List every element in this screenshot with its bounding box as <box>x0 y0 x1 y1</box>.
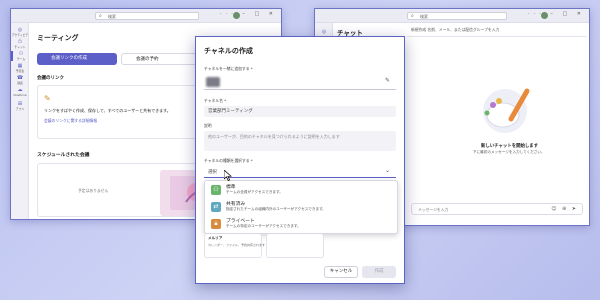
channel-type-label: チャネルの種類を選択する * <box>204 158 253 163</box>
option-desc: チームの特定のユーザーがアクセスできます。 <box>226 224 301 228</box>
chevron-down-icon: ⌄ <box>384 167 390 174</box>
link-info-link[interactable]: 会議のリンクに関する詳細情報 <box>44 118 97 124</box>
window-controls[interactable]: ··· – □ ✕ <box>528 11 585 17</box>
composer-placeholder: メッセージを入力 <box>418 207 449 212</box>
description-input[interactable]: 他のユーザーが、目的のチャネルを見つけられるように説明を入力します <box>204 131 396 151</box>
sparkle-icon: ✎ <box>44 94 51 103</box>
rail-item-calls[interactable]: ☎ 通話 <box>11 75 29 85</box>
channel-type-dropdown: ⚇ 標準 チームの全員がアクセスできます。 ⇄ 共有済み 指定されたチームの組織… <box>204 180 398 234</box>
option-desc: 指定されたチームの組織内外のユーザーがアクセスできます。 <box>226 207 326 211</box>
divider <box>407 36 587 37</box>
to-field[interactable]: 新規作成 名前、メール、または配信グループを入力 <box>411 27 499 33</box>
search-input[interactable]: ⌕ 検索 <box>95 12 199 20</box>
team-label: チャネルを一緒に追加する * <box>204 66 253 71</box>
link-section-title: 会議のリンク <box>37 76 64 81</box>
dialog-title: チャネルの作成 <box>204 47 253 55</box>
link-body: リンクをすばやく作成、保存して、すべてのユーザーと共有できます。 <box>44 108 171 113</box>
title-bar: ⌕ 検索 ··· – □ ✕ <box>11 9 281 23</box>
page-title: ミーティング <box>37 34 79 42</box>
option-shared[interactable]: ⇄ 共有済み 指定されたチームの組織内外のユーザーがアクセスできます。 <box>207 199 393 215</box>
channel-type-value: 選択 <box>208 170 217 175</box>
scheduled-empty: 予定はありません <box>78 188 109 193</box>
new-chat-illustration <box>483 88 530 133</box>
new-chat-title: 新しいチャットを開始します <box>481 144 539 149</box>
option-name: 標準 <box>226 185 236 190</box>
option-standard[interactable]: ⚇ 標準 チームの全員がアクセスできます。 <box>207 182 393 198</box>
channel-name-input[interactable]: 営業部門ミーティング <box>204 106 396 117</box>
create-link-button[interactable]: 会議リンクの作成 <box>37 53 117 65</box>
option-private[interactable]: 🔒︎ プライベート チームの特定のユーザーがアクセスできます。 <box>207 216 393 232</box>
window-controls[interactable]: ··· – □ ✕ <box>220 11 277 17</box>
channel-name-label: チャネル名 * <box>204 98 227 103</box>
team-icon: ⚇ <box>211 185 221 195</box>
template-card-1[interactable]: メルリア カレンダー、ファイル、予約共有されます <box>204 234 265 258</box>
lock-icon: 🔒︎ <box>211 219 221 229</box>
app-rail: ◎ アクティビティ ▭ チャット ⚇ チーム ▦ 予定表 ☎ 通話 ☁ OneDrive ⊞… <box>11 23 29 219</box>
cancel-button[interactable]: キャンセル <box>324 266 358 278</box>
rail-item-onedrive[interactable]: ☁ OneDrive <box>11 87 29 97</box>
template-card-2[interactable] <box>266 234 324 258</box>
link-card: ✎ リンクをすばやく作成、保存して、すべてのユーザーと共有できます。 会議のリン… <box>37 85 197 139</box>
rail-item-calendar[interactable]: ▦ 予定表 <box>11 63 29 73</box>
shared-icon: ⇄ <box>211 202 221 212</box>
rail-item-teams[interactable]: ⚇ チーム <box>11 51 29 61</box>
description-label: 説明 <box>204 123 212 128</box>
create-channel-dialog: チャネルの作成 チャネルを一緒に追加する * ✎ チャネル名 * 営業部門ミーテ… <box>195 36 405 284</box>
search-input[interactable]: ⌕ 検索 <box>407 12 507 20</box>
channel-type-select[interactable]: 選択 ⌄ <box>204 166 396 178</box>
rail-item-apps[interactable]: ⊞ アプリ <box>11 101 29 111</box>
new-chat-subtitle: 下に最初のメッセージを入力してください。 <box>473 150 545 154</box>
team-avatar <box>206 77 220 87</box>
search-icon: ⌕ <box>411 13 414 19</box>
option-name: 共有済み <box>226 202 246 207</box>
search-placeholder: 検索 <box>420 14 428 19</box>
option-desc: チームの全員がアクセスできます。 <box>226 190 283 194</box>
message-composer[interactable]: メッセージを入力 ☺ ⊕ ➤ <box>411 203 583 215</box>
option-name: プライベート <box>226 219 255 224</box>
mouse-cursor <box>224 170 232 181</box>
schedule-meeting-button[interactable]: 会議の予約 <box>121 53 201 65</box>
scheduled-title: スケジュールされた会議 <box>37 153 90 158</box>
search-placeholder: 検索 <box>108 14 116 19</box>
search-icon: ⌕ <box>99 13 102 19</box>
title-bar: ⌕ 検索 ··· – □ ✕ <box>315 9 589 23</box>
activity-icon: ◎ <box>321 29 327 35</box>
team-selector[interactable]: ✎ <box>204 74 396 90</box>
composer-actions-icon[interactable]: ☺ ⊕ ➤ <box>551 206 578 212</box>
rail-item-activity[interactable]: ◎ <box>315 29 333 35</box>
create-button[interactable]: 作成 <box>362 266 396 278</box>
rail-item-chat[interactable]: ▭ チャット <box>11 39 29 49</box>
edit-icon[interactable]: ✎ <box>385 77 390 84</box>
